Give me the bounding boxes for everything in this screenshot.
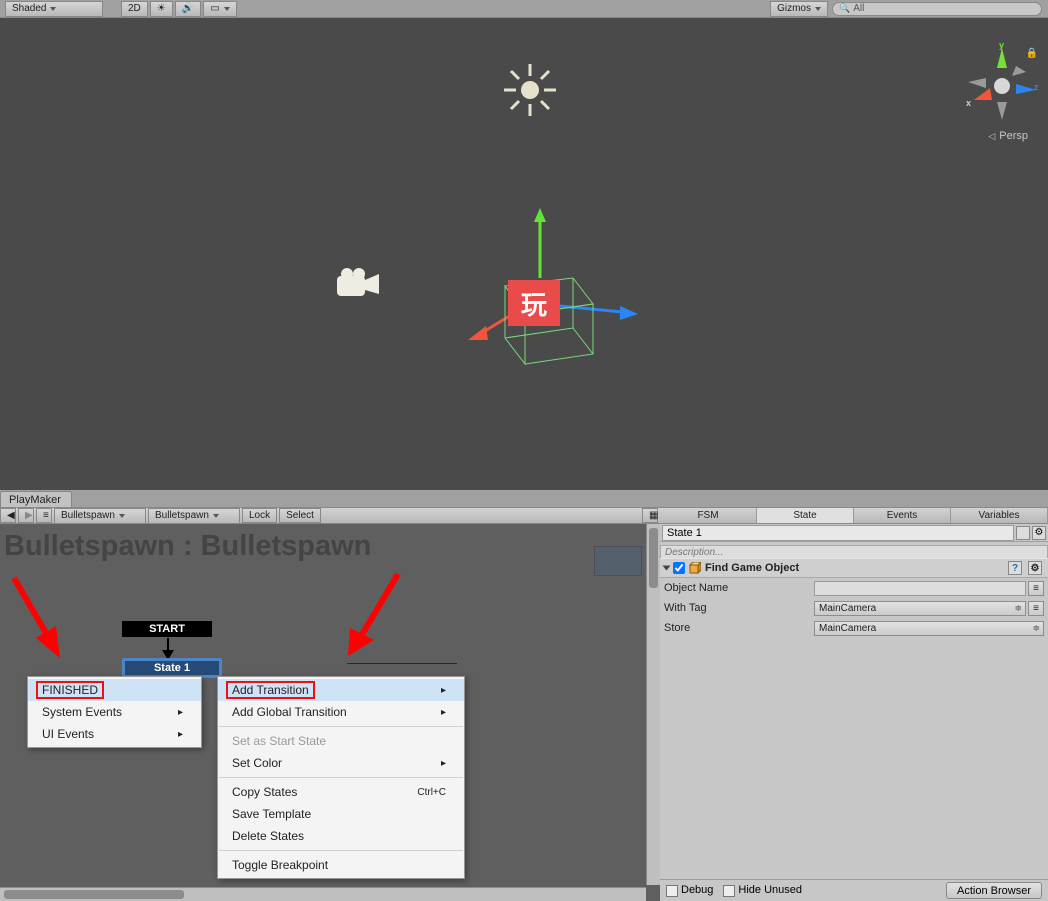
- inspector-tabs: FSM State Events Variables: [660, 507, 1048, 524]
- projection-icon: ◁: [988, 131, 995, 142]
- playmaker-toolbar: ◀ ▶ ≡ Bulletspawn Bulletspawn Lock Selec…: [0, 507, 660, 524]
- orientation-gizmo[interactable]: y z x: [962, 42, 1042, 122]
- minimap[interactable]: [594, 546, 642, 576]
- search-input[interactable]: 🔍 All: [832, 2, 1042, 16]
- cube-icon: [689, 562, 701, 574]
- action-title: Find Game Object: [705, 562, 799, 574]
- help-icon: ?: [1012, 563, 1018, 574]
- camera-icon: [335, 266, 383, 305]
- prop-store-label: Store: [664, 622, 814, 634]
- chevron-right-icon: ▸: [441, 707, 446, 718]
- foldout-icon: [663, 566, 671, 571]
- action-header[interactable]: Find Game Object ? ⚙: [660, 558, 1048, 578]
- scene-object-gizmo[interactable]: 玩: [450, 208, 640, 378]
- tab-events[interactable]: Events: [854, 508, 951, 523]
- axis-z-label: z: [1034, 82, 1039, 92]
- prop-with-tag-label: With Tag: [664, 602, 814, 614]
- axis-x-label: x: [966, 98, 971, 108]
- menu-item-toggle-breakpoint[interactable]: Toggle Breakpoint: [218, 854, 464, 876]
- chevron-right-icon: ▸: [441, 685, 446, 696]
- menu-item-set-color[interactable]: Set Color▸: [218, 752, 464, 774]
- menu-item-copy-states[interactable]: Copy StatesCtrl+C: [218, 781, 464, 803]
- prop-with-tag-var-button[interactable]: ≡: [1028, 601, 1044, 616]
- inspector-footer: Debug Hide Unused Action Browser: [660, 879, 1048, 901]
- scene-toolbar: Shaded 2D ☀ 🔊 ▭ Gizmos 🔍 All: [0, 0, 1048, 18]
- speaker-icon: 🔊: [182, 3, 194, 14]
- image-icon: ▭: [210, 3, 219, 14]
- directional-light-icon: [500, 60, 560, 125]
- state-selector-dropdown[interactable]: Bulletspawn: [148, 508, 240, 524]
- shortcut-label: Ctrl+C: [417, 787, 446, 798]
- graph-title: Bulletspawn : Bulletspawn: [4, 530, 371, 563]
- tab-fsm[interactable]: FSM: [660, 508, 757, 523]
- chevron-right-icon: ▸: [178, 729, 183, 740]
- tab-variables[interactable]: Variables: [951, 508, 1048, 523]
- gizmos-dropdown[interactable]: Gizmos: [770, 1, 828, 17]
- fsm-selector-dropdown[interactable]: Bulletspawn: [54, 508, 146, 524]
- chevron-right-icon: ▸: [178, 707, 183, 718]
- menu-item-delete-states[interactable]: Delete States: [218, 825, 464, 847]
- action-help-button[interactable]: ?: [1008, 561, 1022, 575]
- action-enabled-checkbox[interactable]: [673, 562, 685, 574]
- scene-view[interactable]: 玩 🔒 y z x ◁ Persp: [0, 18, 1048, 490]
- start-node[interactable]: START: [122, 621, 212, 637]
- menu-item-add-transition[interactable]: Add Transition▸: [218, 679, 464, 701]
- prop-with-tag-dropdown[interactable]: MainCamera: [814, 601, 1026, 616]
- menu-item-add-global-transition[interactable]: Add Global Transition▸: [218, 701, 464, 723]
- state-name-input[interactable]: [662, 525, 1014, 541]
- state-inspector: FSM State Events Variables ⚙ Find Game O…: [660, 507, 1048, 901]
- menu-item-set-start-state: Set as Start State: [218, 730, 464, 752]
- prop-object-name-label: Object Name: [664, 582, 814, 594]
- menu-item-system-events[interactable]: System Events▸: [28, 701, 201, 723]
- horizontal-scrollbar[interactable]: [0, 887, 646, 901]
- gear-icon: ⚙: [1035, 527, 1044, 538]
- lock-button[interactable]: Lock: [242, 508, 277, 523]
- sun-icon: ☀: [157, 3, 166, 14]
- gear-icon: ⚙: [1031, 563, 1040, 574]
- minimap-toggle[interactable]: ▦: [642, 508, 658, 523]
- nav-forward-button[interactable]: ▶: [18, 508, 34, 523]
- object-watermark: 玩: [508, 280, 560, 326]
- action-browser-button[interactable]: Action Browser: [946, 882, 1042, 899]
- scene-light-toggle[interactable]: ☀: [150, 1, 173, 17]
- prop-object-name-var-button[interactable]: ≡: [1028, 581, 1044, 596]
- playmaker-graph-canvas[interactable]: Bulletspawn : Bulletspawn START State 1: [0, 524, 660, 901]
- state-color-swatch[interactable]: [1016, 526, 1030, 540]
- shading-mode-dropdown[interactable]: Shaded: [5, 1, 103, 17]
- nav-back-button[interactable]: ◀: [0, 508, 16, 523]
- state-settings-button[interactable]: ⚙: [1032, 526, 1046, 540]
- tab-playmaker[interactable]: PlayMaker: [0, 491, 72, 507]
- playmaker-tab-strip: PlayMaker: [0, 490, 1048, 507]
- 2d-toggle[interactable]: 2D: [121, 1, 148, 17]
- prop-store-dropdown[interactable]: MainCamera: [814, 621, 1044, 636]
- search-icon: 🔍: [839, 3, 850, 14]
- search-placeholder: All: [853, 3, 864, 14]
- debug-checkbox[interactable]: Debug: [666, 884, 713, 896]
- vertical-scrollbar[interactable]: [646, 524, 660, 885]
- nav-menu-button[interactable]: ≡: [36, 508, 52, 523]
- context-menu-state: Add Transition▸ Add Global Transition▸ S…: [217, 676, 465, 879]
- axis-y-label: y: [999, 40, 1004, 50]
- context-submenu-events: FINISHED System Events▸ UI Events▸: [27, 676, 202, 748]
- annotation-arrow-right: [336, 568, 406, 664]
- hide-unused-checkbox[interactable]: Hide Unused: [723, 884, 802, 896]
- menu-item-ui-events[interactable]: UI Events▸: [28, 723, 201, 745]
- start-arrow-icon: [160, 638, 176, 660]
- annotation-arrow-left: [8, 572, 68, 662]
- scene-effects-dropdown[interactable]: ▭: [203, 1, 236, 17]
- select-button[interactable]: Select: [279, 508, 321, 523]
- scene-audio-toggle[interactable]: 🔊: [175, 1, 201, 17]
- state-node-state1[interactable]: State 1: [122, 658, 222, 678]
- menu-item-finished[interactable]: FINISHED: [28, 679, 201, 701]
- tab-state[interactable]: State: [757, 508, 854, 523]
- menu-item-save-template[interactable]: Save Template: [218, 803, 464, 825]
- action-settings-button[interactable]: ⚙: [1028, 561, 1042, 575]
- chevron-right-icon: ▸: [441, 758, 446, 769]
- prop-object-name-field[interactable]: [814, 581, 1026, 596]
- state-placeholder: [347, 663, 457, 675]
- projection-toggle[interactable]: ◁ Persp: [988, 130, 1028, 142]
